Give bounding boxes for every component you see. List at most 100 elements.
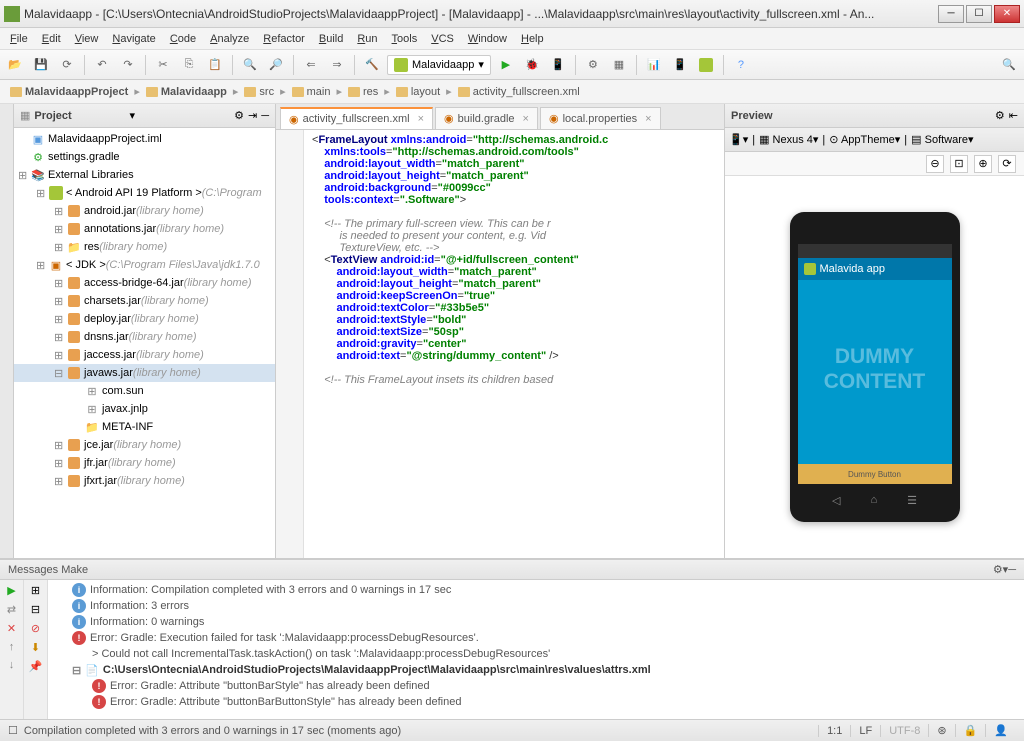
debug-button[interactable]: 🐞 (521, 54, 543, 76)
hide-icon[interactable]: ─ (261, 110, 269, 122)
tree-item[interactable]: ⊞jaccess.jar (library home) (14, 346, 275, 364)
settings-icon[interactable]: ⚙ (234, 109, 244, 122)
message-row[interactable]: iInformation: 0 warnings (52, 614, 1020, 630)
hector-icon[interactable]: 👤 (985, 724, 1016, 737)
tree-item[interactable]: ⊞▣< JDK > (C:\Program Files\Java\jdk1.7.… (14, 256, 275, 274)
tree-item[interactable]: ⚙settings.gradle (14, 148, 275, 166)
save-button[interactable]: 💾 (30, 54, 52, 76)
line-ending[interactable]: LF (850, 725, 880, 737)
down-icon[interactable]: ↓ (9, 659, 15, 671)
tree-item[interactable]: ⊞📁res (library home) (14, 238, 275, 256)
help-button[interactable]: ? (730, 54, 752, 76)
menu-refactor[interactable]: Refactor (257, 31, 311, 47)
zoom-out-button[interactable]: ⊖ (926, 155, 944, 173)
menu-file[interactable]: File (4, 31, 34, 47)
message-row[interactable]: ⊟ 📄C:\Users\Ontecnia\AndroidStudioProjec… (52, 662, 1020, 678)
editor-tab[interactable]: ◉activity_fullscreen.xml× (280, 107, 433, 129)
make-button[interactable]: 🔨 (361, 54, 383, 76)
code-content[interactable]: <FrameLayout xmlns:android="http://schem… (304, 130, 724, 558)
run-button[interactable]: ▶ (495, 54, 517, 76)
menu-tools[interactable]: Tools (386, 31, 424, 47)
sync-button[interactable]: ⟳ (56, 54, 78, 76)
tree-item[interactable]: 📁META-INF (14, 418, 275, 436)
chevron-down-icon[interactable]: ▾ (130, 109, 136, 122)
copy-button[interactable]: ⎘ (178, 54, 200, 76)
tree-item[interactable]: ⊞deploy.jar (library home) (14, 310, 275, 328)
undo-button[interactable]: ↶ (91, 54, 113, 76)
collapse-icon[interactable]: ⊟ (31, 603, 40, 616)
tree-item[interactable]: ▣MalavidaappProject.iml (14, 130, 275, 148)
menu-analyze[interactable]: Analyze (204, 31, 255, 47)
menu-build[interactable]: Build (313, 31, 349, 47)
close-button[interactable]: ✕ (994, 5, 1020, 23)
menu-edit[interactable]: Edit (36, 31, 67, 47)
breadcrumb-item[interactable]: src (240, 84, 278, 100)
editor-tab[interactable]: ◉build.gradle× (435, 107, 538, 129)
hide-icon[interactable]: ⇤ (1009, 109, 1018, 122)
render-selector[interactable]: ▤ Software▾ (911, 133, 973, 146)
tree-item[interactable]: ⊞jfr.jar (library home) (14, 454, 275, 472)
run-icon[interactable]: ▶ (7, 584, 15, 597)
message-row[interactable]: !Error: Gradle: Attribute "buttonBarButt… (52, 694, 1020, 710)
settings-icon[interactable]: ⚙▾ (993, 563, 1008, 576)
theme-selector[interactable]: ⊙ AppTheme▾ (829, 133, 900, 146)
menu-vcs[interactable]: VCS (425, 31, 460, 47)
stop-icon[interactable]: ✕ (7, 622, 16, 635)
menu-help[interactable]: Help (515, 31, 550, 47)
menu-run[interactable]: Run (351, 31, 383, 47)
project-tree[interactable]: ▣MalavidaappProject.iml ⚙settings.gradle… (14, 128, 275, 558)
encoding[interactable]: UTF-8 (880, 725, 928, 737)
back-button[interactable]: ⇐ (300, 54, 322, 76)
toggle-icon[interactable]: ⇄ (7, 603, 16, 616)
tree-item[interactable]: ⊞charsets.jar (library home) (14, 292, 275, 310)
menu-window[interactable]: Window (462, 31, 513, 47)
code-editor[interactable]: <FrameLayout xmlns:android="http://schem… (276, 130, 724, 558)
menu-navigate[interactable]: Navigate (106, 31, 161, 47)
find-button[interactable]: 🔍 (239, 54, 261, 76)
message-row[interactable]: !Error: Gradle: Execution failed for tas… (52, 630, 1020, 646)
search-button[interactable]: 🔍 (998, 54, 1020, 76)
up-icon[interactable]: ↑ (9, 641, 15, 653)
pin-icon[interactable]: 📌 (29, 660, 43, 673)
maximize-button[interactable]: ☐ (966, 5, 992, 23)
replace-button[interactable]: 🔎 (265, 54, 287, 76)
message-row[interactable]: !Error: Gradle: Attribute "buttonBarStyl… (52, 678, 1020, 694)
tree-item[interactable]: ⊞annotations.jar (library home) (14, 220, 275, 238)
zoom-in-button[interactable]: ⊕ (974, 155, 992, 173)
attach-button[interactable]: 📱 (547, 54, 569, 76)
run-config-selector[interactable]: Malavidaapp ▾ (387, 55, 491, 75)
tree-item[interactable]: ⊞javax.jnlp (14, 400, 275, 418)
breadcrumb-item[interactable]: activity_fullscreen.xml (454, 84, 584, 100)
device-selector[interactable]: ▦ Nexus 4▾ (759, 133, 818, 146)
tree-item[interactable]: ⊞< Android API 19 Platform > (C:\Program (14, 184, 275, 202)
paste-button[interactable]: 📋 (204, 54, 226, 76)
open-button[interactable]: 📂 (4, 54, 26, 76)
adb-button[interactable] (695, 54, 717, 76)
monitor-button[interactable]: 📊 (643, 54, 665, 76)
tree-item[interactable]: ⊞access-bridge-64.jar (library home) (14, 274, 275, 292)
tree-item[interactable]: ⊞jce.jar (library home) (14, 436, 275, 454)
breadcrumb-item[interactable]: Malavidaapp (142, 84, 231, 100)
sdk-button[interactable]: ▦ (608, 54, 630, 76)
breadcrumb-item[interactable]: main (288, 84, 335, 100)
ddms-button[interactable]: 📱 (669, 54, 691, 76)
caret-pos[interactable]: 1:1 (818, 725, 850, 737)
forward-button[interactable]: ⇒ (326, 54, 348, 76)
editor-tab[interactable]: ◉local.properties× (540, 107, 661, 129)
messages-list[interactable]: iInformation: Compilation completed with… (48, 580, 1024, 719)
tree-item[interactable]: ⊟javaws.jar (library home) (14, 364, 275, 382)
cut-button[interactable]: ✂ (152, 54, 174, 76)
close-tab-icon[interactable]: × (645, 113, 651, 125)
orientation-icon[interactable]: 📱▾ (729, 133, 748, 146)
breadcrumb-item[interactable]: MalavidaappProject (6, 84, 132, 100)
minimize-button[interactable]: ─ (938, 5, 964, 23)
message-row[interactable]: iInformation: Compilation completed with… (52, 582, 1020, 598)
hide-icon[interactable]: ─ (1008, 564, 1016, 576)
expand-icon[interactable]: ⊞ (31, 584, 40, 597)
breadcrumb-item[interactable]: layout (392, 84, 444, 100)
close-tab-icon[interactable]: × (418, 113, 424, 125)
tree-item[interactable]: ⊞jfxrt.jar (library home) (14, 472, 275, 490)
collapse-icon[interactable]: ⇥ (248, 109, 257, 122)
avd-button[interactable]: ⚙ (582, 54, 604, 76)
breadcrumb-item[interactable]: res (344, 84, 382, 100)
